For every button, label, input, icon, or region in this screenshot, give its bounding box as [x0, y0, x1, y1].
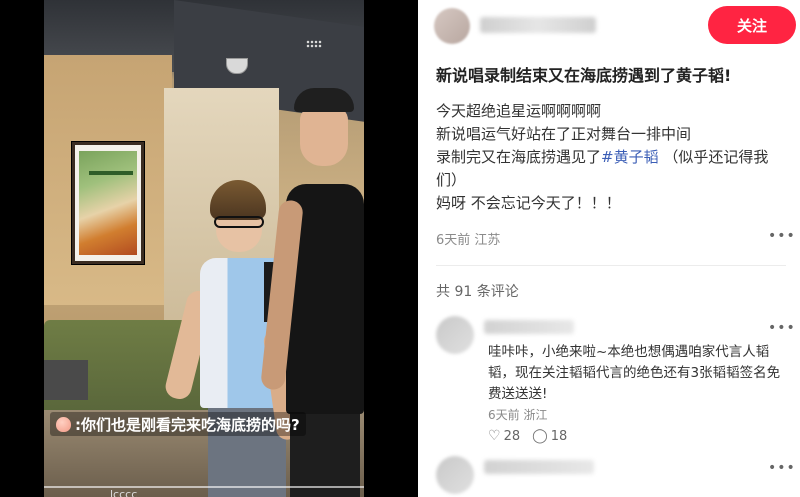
- comment-actions: ♡ 28 ◯ 18: [488, 428, 567, 444]
- person-right-cap: [294, 88, 354, 112]
- person-left-hair: [210, 180, 266, 220]
- commenter-name[interactable]: [484, 320, 574, 334]
- comment-bubble-icon: ◯: [532, 428, 548, 444]
- post-line: 录制完又在海底捞遇见了#黄子韬 （似乎还记得我们）: [436, 146, 776, 192]
- ceiling-light: [306, 40, 322, 48]
- author-name[interactable]: [480, 17, 596, 33]
- video-progress-bar[interactable]: [44, 486, 364, 488]
- comment-item: ••• 哇咔咔，小绝来啦~本绝也想偶遇咱家代言人韬韬，现在关注韬韬代言的绝色还有…: [436, 316, 796, 446]
- person-right-face: [300, 106, 348, 166]
- more-icon[interactable]: •••: [768, 460, 796, 476]
- poster-stripe: [89, 171, 133, 175]
- video-caption-text: :你们也是刚看完来吃海底捞的吗?: [75, 415, 300, 434]
- like-button[interactable]: ♡ 28: [488, 428, 520, 444]
- post-line: 新说唱运气好站在了正对舞台一排中间: [436, 125, 692, 143]
- reply-count: 18: [550, 428, 568, 444]
- post-panel: 关注 新说唱录制结束又在海底捞遇到了黄子韬! 今天超绝追星运啊啊啊啊 新说唱运气…: [418, 0, 800, 497]
- post-title: 新说唱录制结束又在海底捞遇到了黄子韬!: [436, 66, 732, 85]
- commenter-name[interactable]: [484, 460, 594, 474]
- post-meta: 6天前 江苏: [436, 233, 501, 248]
- poster-image: [79, 151, 137, 255]
- comment-item: •••: [436, 456, 796, 496]
- reply-button[interactable]: ◯ 18: [532, 428, 567, 444]
- post-line: 妈呀 不会忘记今天了！！！: [436, 194, 621, 212]
- post-line: 今天超绝追星运啊啊啊啊: [436, 102, 602, 120]
- hashtag-link[interactable]: #黄子韬: [601, 148, 659, 166]
- divider: [436, 265, 786, 266]
- video-caption: :你们也是刚看完来吃海底捞的吗?: [50, 412, 306, 436]
- more-icon[interactable]: •••: [768, 320, 796, 336]
- glasses: [214, 216, 264, 228]
- post-body: 今天超绝追星运啊啊啊啊 新说唱运气好站在了正对舞台一排中间 录制完又在海底捞遇见…: [436, 100, 776, 215]
- comment-count: 共 91 条评论: [436, 284, 519, 300]
- video-player[interactable]: :你们也是刚看完来吃海底捞的吗? lcccc: [0, 0, 418, 497]
- more-icon[interactable]: •••: [768, 228, 796, 244]
- like-count: 28: [503, 428, 521, 444]
- comment-text: 哇咔咔，小绝来啦~本绝也想偶遇咱家代言人韬韬，现在关注韬韬代言的绝色还有3张韬韬…: [488, 344, 781, 402]
- wall-poster: [72, 142, 144, 264]
- commenter-avatar[interactable]: [436, 456, 474, 494]
- comment-meta: 6天前 浙江: [488, 408, 548, 422]
- post-header: 关注: [434, 6, 796, 46]
- author-avatar[interactable]: [434, 8, 470, 44]
- heart-icon: ♡: [488, 428, 501, 444]
- commenter-avatar[interactable]: [436, 316, 474, 354]
- peach-icon: [56, 416, 71, 432]
- follow-button[interactable]: 关注: [708, 6, 796, 44]
- post-line-text: 录制完又在海底捞遇见了: [436, 148, 602, 166]
- table: [44, 360, 88, 400]
- video-bottom-text: lcccc: [110, 488, 138, 497]
